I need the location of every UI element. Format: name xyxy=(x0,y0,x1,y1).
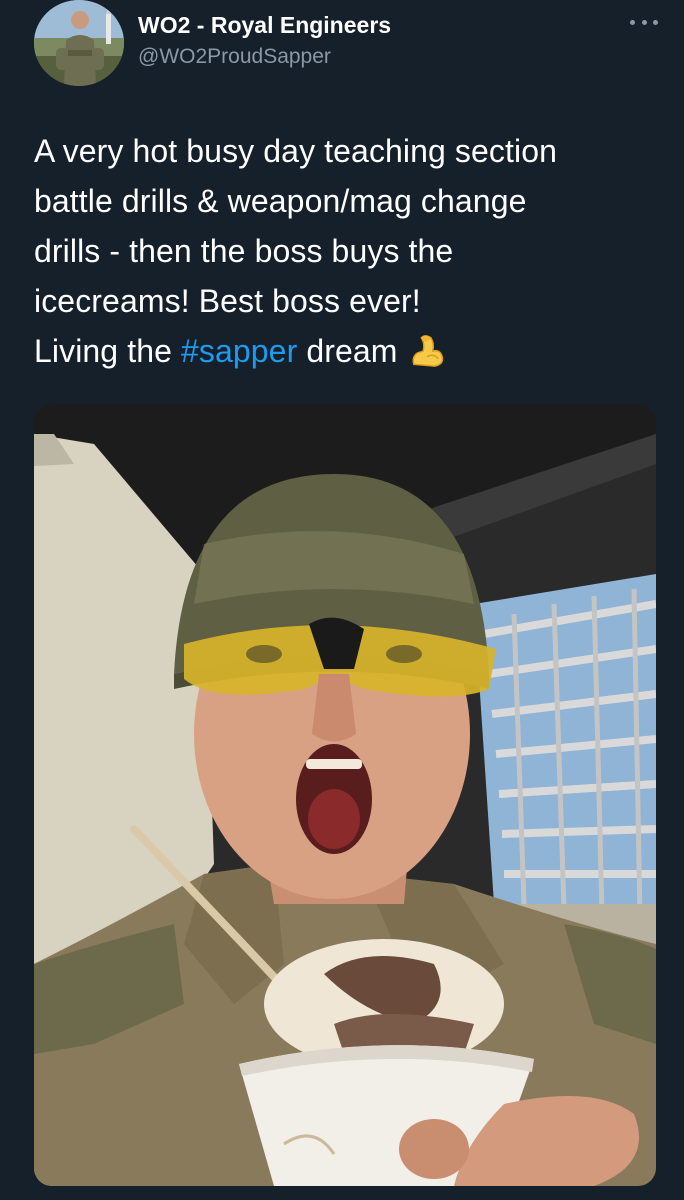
dot-icon xyxy=(630,19,635,25)
tweet-text-line: icecreams! Best boss ever! xyxy=(34,283,421,319)
tweet-header: WO2 - Royal Engineers @WO2ProudSapper xyxy=(34,0,664,95)
display-name[interactable]: WO2 - Royal Engineers xyxy=(138,12,391,38)
tweet-photo[interactable] xyxy=(34,404,656,1186)
avatar-image xyxy=(34,0,124,86)
tweet-text-line: Living the #sapper dream xyxy=(34,326,654,376)
photo-image xyxy=(34,404,656,1186)
avatar[interactable] xyxy=(34,0,124,86)
bottom-bar xyxy=(0,1186,684,1200)
tweet-text-line: A very hot busy day teaching section xyxy=(34,133,558,169)
author-names: WO2 - Royal Engineers @WO2ProudSapper xyxy=(138,12,391,70)
text-segment: dream xyxy=(297,333,398,369)
hashtag-link[interactable]: #sapper xyxy=(181,333,297,369)
more-options-icon[interactable] xyxy=(630,12,658,32)
tweet: WO2 - Royal Engineers @WO2ProudSapper A … xyxy=(0,0,684,1200)
tweet-text: A very hot busy day teaching section bat… xyxy=(34,126,654,376)
flexed-biceps-icon xyxy=(408,332,446,370)
dot-icon xyxy=(653,19,658,25)
tweet-text-line: battle drills & weapon/mag change xyxy=(34,183,527,219)
tweet-text-line: drills - then the boss buys the xyxy=(34,233,454,269)
user-handle[interactable]: @WO2ProudSapper xyxy=(138,44,391,70)
dot-icon xyxy=(641,19,647,25)
text-segment: Living the xyxy=(34,333,181,369)
